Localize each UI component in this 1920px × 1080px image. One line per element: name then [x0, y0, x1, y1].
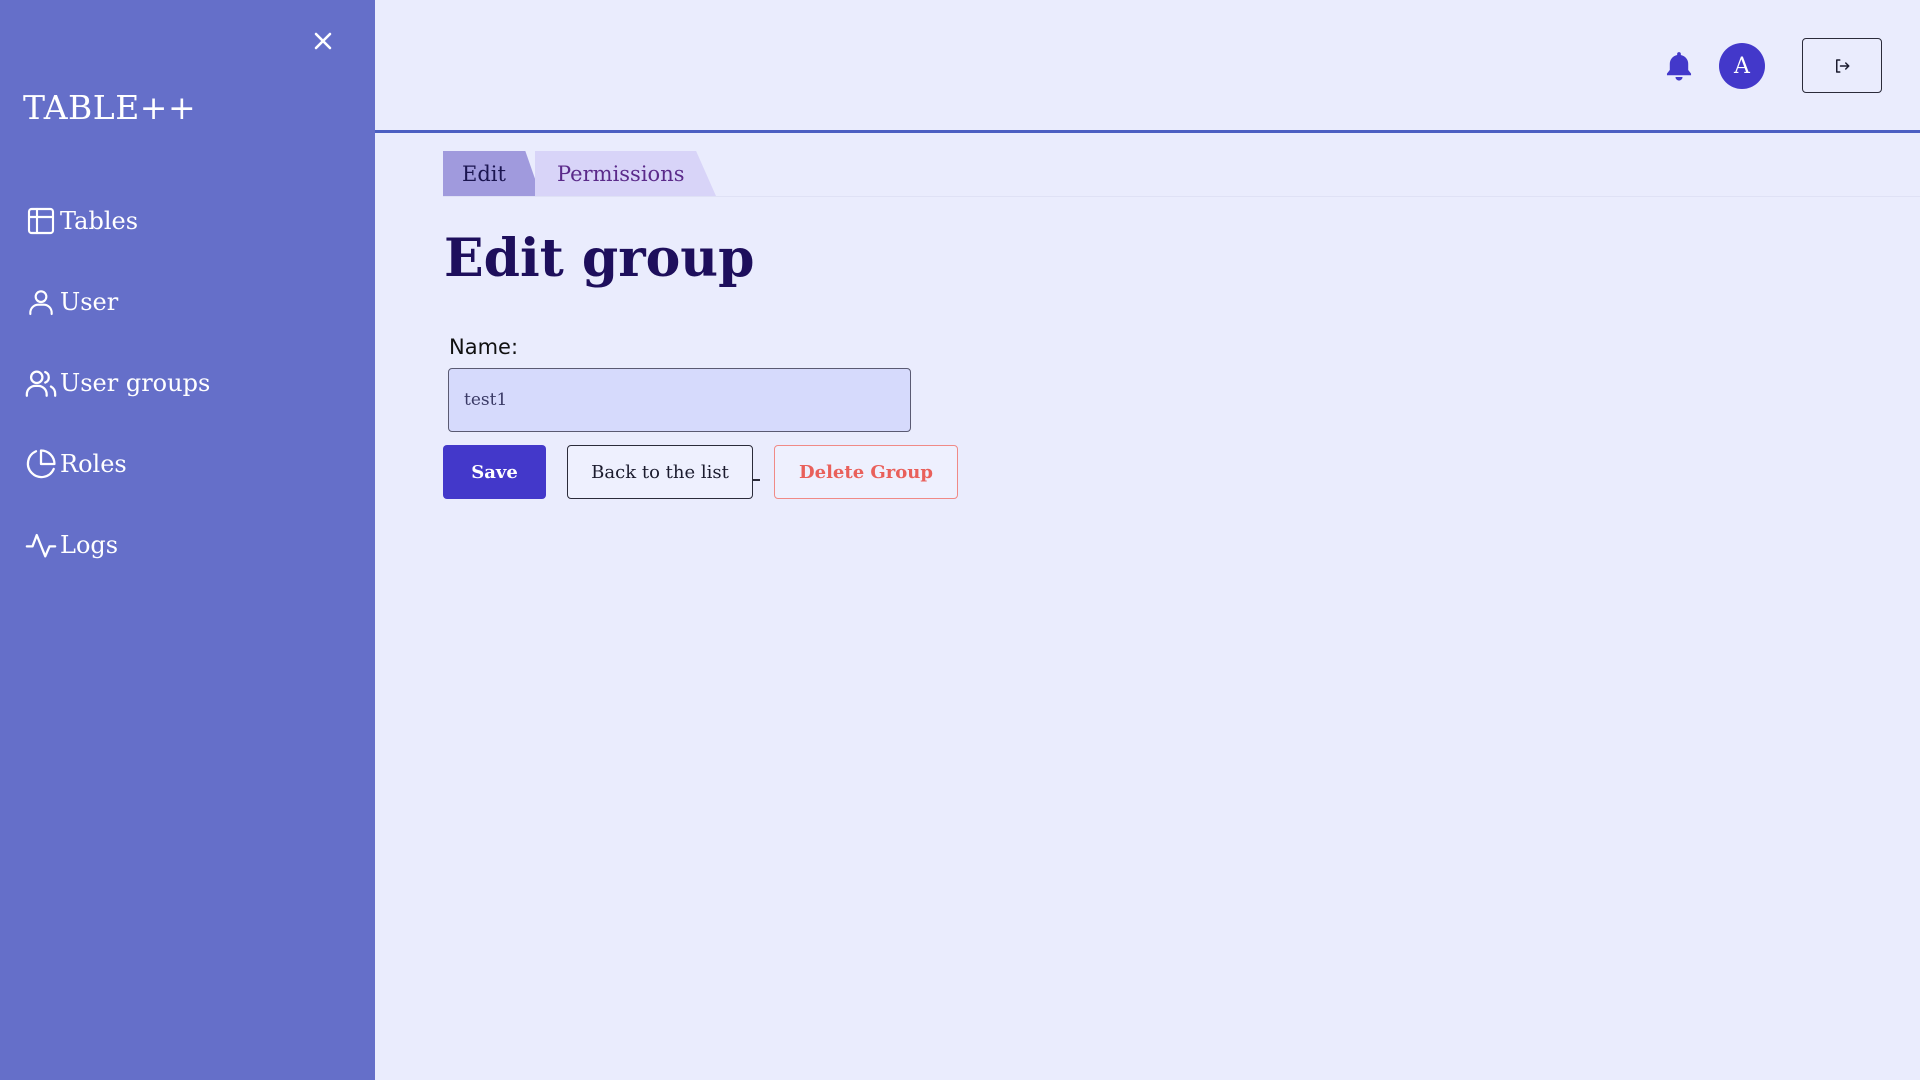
logout-button[interactable] — [1802, 38, 1882, 93]
logout-icon — [1836, 58, 1850, 73]
tab-bar: Edit Permissions — [443, 151, 716, 196]
sidebar: TABLE++ Tables User User groups Roles Lo… — [0, 0, 375, 1080]
name-input[interactable] — [448, 368, 911, 432]
sidebar-item-logs[interactable]: Logs — [23, 504, 210, 585]
users-icon — [23, 365, 59, 401]
delete-group-button[interactable]: Delete Group — [774, 445, 958, 499]
sidebar-item-label: Tables — [60, 206, 139, 235]
text-cursor — [752, 479, 760, 481]
tab-permissions[interactable]: Permissions — [535, 151, 716, 196]
save-button[interactable]: Save — [443, 445, 546, 499]
name-label: Name: — [449, 335, 519, 359]
sidebar-item-label: User — [60, 287, 119, 316]
close-sidebar-button[interactable] — [308, 26, 338, 56]
sidebar-item-tables[interactable]: Tables — [23, 180, 210, 261]
back-to-list-button[interactable]: Back to the list — [567, 445, 753, 499]
sidebar-item-label: User groups — [60, 368, 211, 397]
table-icon — [23, 203, 59, 239]
activity-icon — [23, 527, 59, 563]
page-title: Edit group — [444, 228, 755, 289]
tab-edit[interactable]: Edit — [443, 151, 541, 196]
bell-icon — [1666, 52, 1692, 81]
app-logo[interactable]: TABLE++ — [23, 88, 196, 127]
sidebar-item-roles[interactable]: Roles — [23, 423, 210, 504]
user-icon — [23, 284, 59, 320]
sidebar-item-label: Logs — [60, 530, 119, 559]
sidebar-item-user-groups[interactable]: User groups — [23, 342, 210, 423]
avatar[interactable]: A — [1719, 43, 1765, 89]
notifications-button[interactable] — [1659, 46, 1699, 86]
sidebar-nav: Tables User User groups Roles Logs — [23, 180, 210, 585]
sidebar-item-user[interactable]: User — [23, 261, 210, 342]
tab-divider — [443, 196, 1920, 197]
sidebar-item-label: Roles — [60, 449, 127, 478]
close-icon — [314, 32, 332, 50]
pie-chart-icon — [23, 446, 59, 482]
